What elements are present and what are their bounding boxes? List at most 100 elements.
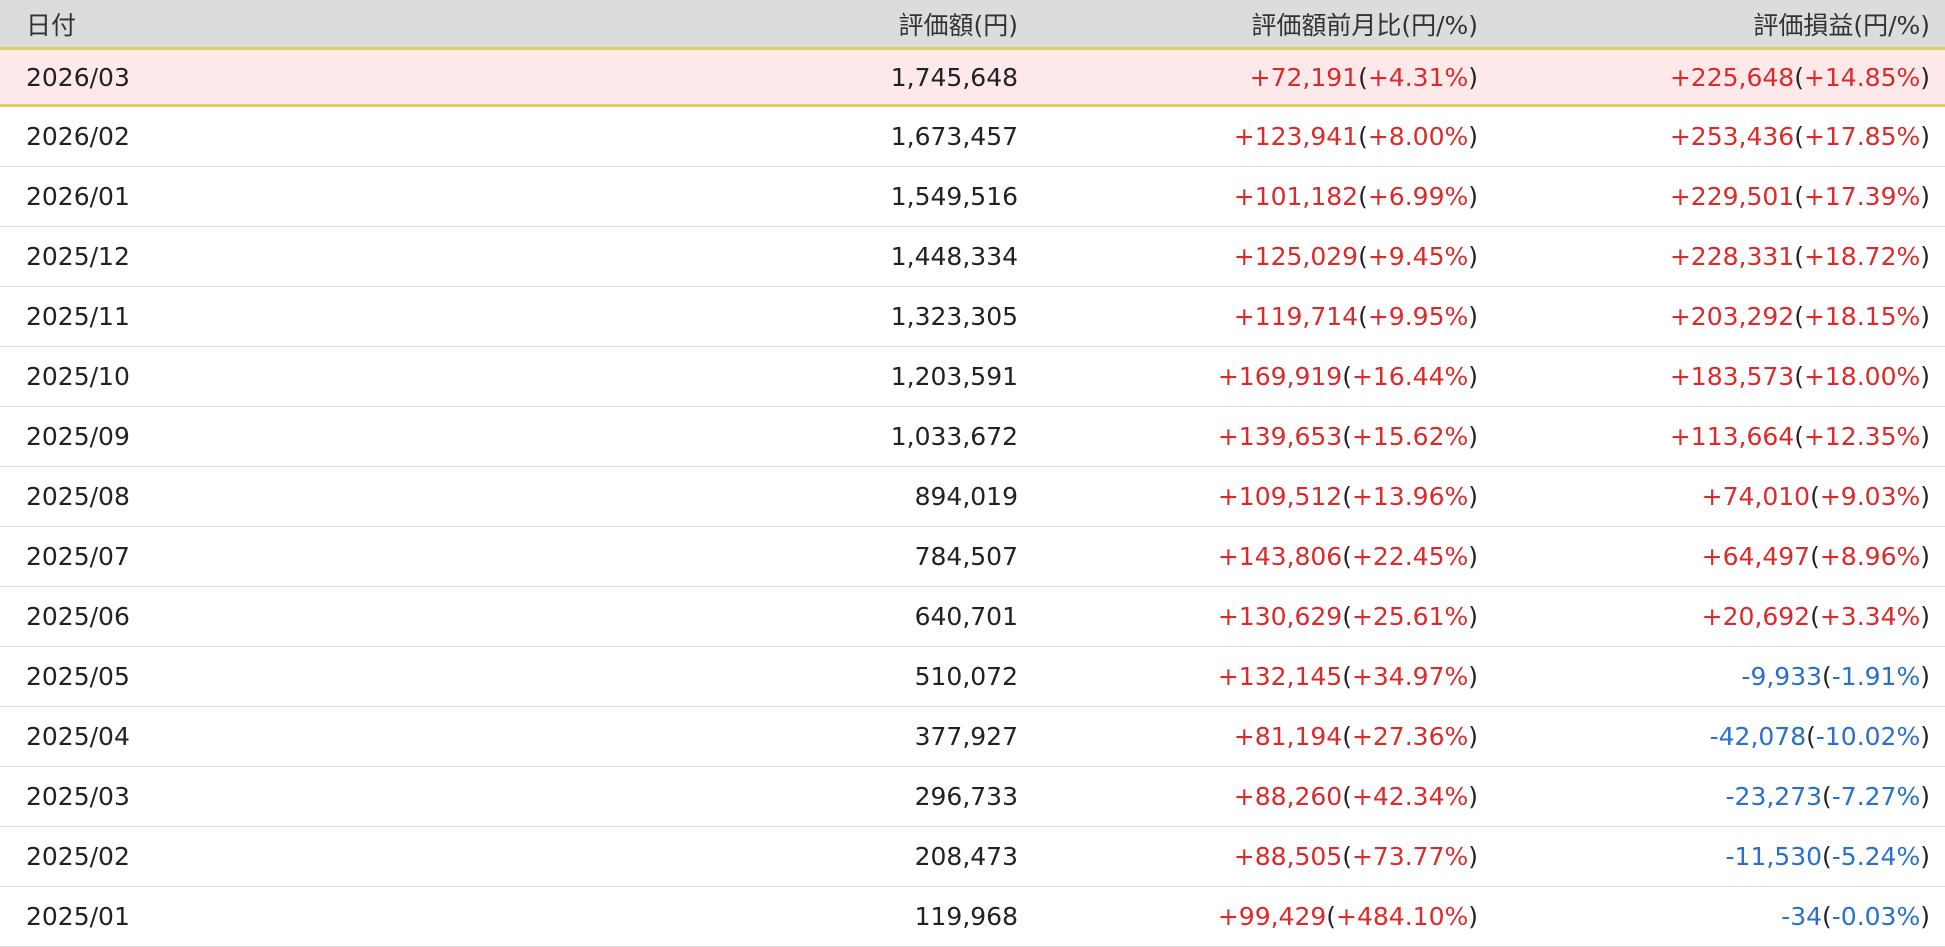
paren-open: ( (1810, 602, 1820, 631)
pl-amount: +225,648 (1669, 62, 1795, 92)
paren-open: ( (1342, 602, 1352, 631)
paren-open: ( (1822, 842, 1832, 871)
pl-percent: +18.00% (1803, 362, 1921, 391)
pl-percent: +3.34% (1819, 602, 1921, 631)
table-row[interactable]: 2025/03 296,733 +88,260(+42.34%) -23,273(-7… (0, 767, 1945, 827)
table-row[interactable]: 2025/05 510,072 +132,145(+34.97%) -9,933(-1… (0, 647, 1945, 707)
row-month-change: +132,145(+34.97%) (1018, 662, 1478, 691)
table-row[interactable]: 2026/02 1,673,457 +123,941(+8.00%) +253,436… (0, 107, 1945, 167)
paren-close: ) (1468, 122, 1478, 151)
header-value[interactable]: 評価額(円) (520, 6, 1018, 42)
row-profit-loss: -11,530(-5.24%) (1478, 842, 1938, 871)
paren-close: ) (1468, 362, 1478, 391)
paren-open: ( (1810, 542, 1820, 571)
change-percent: +15.62% (1351, 422, 1469, 451)
header-date[interactable]: 日付 (0, 6, 520, 42)
row-date: 2025/09 (26, 422, 130, 451)
paren-open: ( (1794, 242, 1804, 271)
pl-percent: +18.72% (1803, 242, 1921, 271)
pl-amount: +113,664 (1669, 422, 1795, 451)
paren-open: ( (1822, 782, 1832, 811)
paren-close: ) (1468, 662, 1478, 691)
row-month-change: +139,653(+15.62%) (1018, 422, 1478, 451)
paren-close: ) (1920, 482, 1930, 511)
table-row[interactable]: 2025/08 894,019 +109,512(+13.96%) +74,010(+… (0, 467, 1945, 527)
paren-close: ) (1920, 122, 1930, 151)
paren-close: ) (1920, 902, 1930, 931)
paren-open: ( (1806, 722, 1816, 751)
change-amount: +169,919 (1217, 362, 1343, 391)
row-month-change: +123,941(+8.00%) (1018, 122, 1478, 151)
row-date: 2025/11 (26, 302, 130, 331)
header-month-change[interactable]: 評価額前月比(円/%) (1018, 6, 1478, 42)
table-row[interactable]: 2025/10 1,203,591 +169,919(+16.44%) +183,57… (0, 347, 1945, 407)
change-percent: +34.97% (1351, 662, 1469, 691)
change-percent: +13.96% (1351, 482, 1469, 511)
pl-amount: +229,501 (1669, 182, 1795, 211)
row-profit-loss: +225,648(+14.85%) (1478, 63, 1938, 92)
change-amount: +81,194 (1233, 722, 1343, 751)
paren-close: ) (1468, 302, 1478, 331)
row-month-change: +99,429(+484.10%) (1018, 902, 1478, 931)
change-percent: +9.95% (1367, 302, 1469, 331)
paren-close: ) (1920, 662, 1930, 691)
table-row[interactable]: 2025/11 1,323,305 +119,714(+9.95%) +203,292… (0, 287, 1945, 347)
row-valuation: 208,473 (914, 842, 1018, 871)
change-percent: +9.45% (1367, 242, 1469, 271)
row-month-change: +101,182(+6.99%) (1018, 182, 1478, 211)
paren-open: ( (1794, 122, 1804, 151)
paren-open: ( (1358, 122, 1368, 151)
paren-close: ) (1468, 602, 1478, 631)
paren-open: ( (1822, 662, 1832, 691)
change-amount: +88,505 (1233, 842, 1343, 871)
paren-close: ) (1920, 602, 1930, 631)
paren-close: ) (1920, 302, 1930, 331)
pl-percent: -1.91% (1831, 662, 1921, 691)
row-date: 2025/06 (26, 602, 130, 631)
paren-open: ( (1342, 362, 1352, 391)
table-row[interactable]: 2025/09 1,033,672 +139,653(+15.62%) +113,66… (0, 407, 1945, 467)
table-row[interactable]: 2025/02 208,473 +88,505(+73.77%) -11,530(-5… (0, 827, 1945, 887)
pl-amount: +253,436 (1669, 122, 1795, 151)
row-month-change: +109,512(+13.96%) (1018, 482, 1478, 511)
row-month-change: +169,919(+16.44%) (1018, 362, 1478, 391)
table-row[interactable]: 2025/01 119,968 +99,429(+484.10%) -34(-0.03… (0, 887, 1945, 947)
paren-open: ( (1794, 182, 1804, 211)
pl-amount: -9,933 (1741, 662, 1823, 691)
change-amount: +109,512 (1217, 482, 1343, 511)
table-row[interactable]: 2025/04 377,927 +81,194(+27.36%) -42,078(-1… (0, 707, 1945, 767)
pl-percent: +9.03% (1819, 482, 1921, 511)
table-row[interactable]: 2025/12 1,448,334 +125,029(+9.45%) +228,331… (0, 227, 1945, 287)
table-row[interactable]: 2025/07 784,507 +143,806(+22.45%) +64,497(+… (0, 527, 1945, 587)
row-date: 2025/04 (26, 722, 130, 751)
paren-close: ) (1920, 782, 1930, 811)
row-profit-loss: +203,292(+18.15%) (1478, 302, 1938, 331)
paren-close: ) (1920, 722, 1930, 751)
pl-percent: -10.02% (1815, 722, 1921, 751)
pl-percent: +17.39% (1803, 182, 1921, 211)
row-valuation: 119,968 (914, 902, 1018, 931)
paren-open: ( (1358, 62, 1368, 92)
paren-close: ) (1920, 362, 1930, 391)
paren-close: ) (1468, 482, 1478, 511)
table-row[interactable]: 2026/03 1,745,648 +72,191(+4.31%) +225,648(… (0, 50, 1945, 107)
row-profit-loss: +229,501(+17.39%) (1478, 182, 1938, 211)
paren-open: ( (1342, 482, 1352, 511)
row-month-change: +119,714(+9.95%) (1018, 302, 1478, 331)
pl-amount: +183,573 (1669, 362, 1795, 391)
paren-close: ) (1468, 62, 1478, 92)
table-row[interactable]: 2025/06 640,701 +130,629(+25.61%) +20,692(+… (0, 587, 1945, 647)
pl-amount: +228,331 (1669, 242, 1795, 271)
row-profit-loss: +113,664(+12.35%) (1478, 422, 1938, 451)
paren-open: ( (1794, 422, 1804, 451)
paren-open: ( (1342, 722, 1352, 751)
pl-percent: +14.85% (1803, 62, 1921, 92)
row-valuation: 1,448,334 (890, 242, 1018, 271)
row-valuation: 1,033,672 (890, 422, 1018, 451)
header-profit-loss[interactable]: 評価損益(円/%) (1478, 6, 1938, 42)
change-percent: +73.77% (1351, 842, 1469, 871)
change-amount: +119,714 (1233, 302, 1359, 331)
pl-amount: -11,530 (1725, 842, 1823, 871)
paren-open: ( (1342, 842, 1352, 871)
table-row[interactable]: 2026/01 1,549,516 +101,182(+6.99%) +229,501… (0, 167, 1945, 227)
